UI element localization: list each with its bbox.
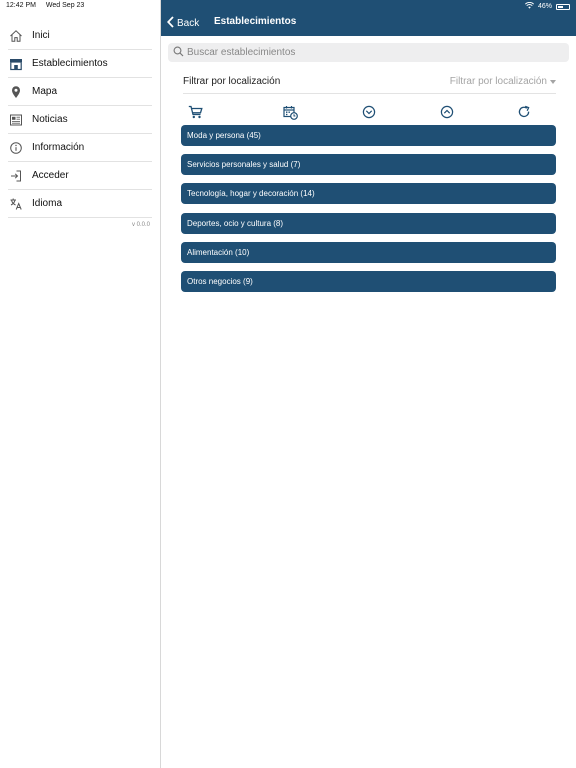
sidebar-item-label: Acceder — [32, 170, 69, 181]
category-label: Otros negocios (9) — [187, 276, 253, 286]
cart-icon[interactable] — [187, 104, 203, 120]
sidebar-item-idioma[interactable]: Idioma — [8, 190, 152, 218]
sidebar-item-informacion[interactable]: Información — [8, 134, 152, 162]
category-label: Tecnología, hogar y decoración (14) — [187, 189, 315, 199]
sidebar-item-label: Noticias — [32, 114, 68, 125]
page-title: Establecimientos — [214, 16, 297, 27]
sidebar-menu: Inici Establecimientos Mapa Noticias Inf… — [0, 22, 161, 218]
sidebar-item-establecimientos[interactable]: Establecimientos — [8, 50, 152, 78]
category-item[interactable]: Servicios personales y salud (7) — [181, 154, 556, 176]
newspaper-icon — [9, 113, 23, 127]
status-bar-left: 12:42 PM Wed Sep 23 — [6, 2, 92, 9]
info-icon — [9, 141, 23, 155]
store-icon — [9, 57, 23, 71]
battery-percent: 46% — [537, 3, 552, 10]
collapse-all-icon[interactable] — [439, 104, 455, 120]
sidebar-item-mapa[interactable]: Mapa — [8, 78, 152, 106]
chevron-left-icon — [166, 16, 177, 31]
category-item[interactable]: Tecnología, hogar y decoración (14) — [181, 183, 556, 205]
sidebar-item-acceder[interactable]: Acceder — [8, 162, 152, 190]
sidebar-item-inici[interactable]: Inici — [8, 22, 152, 50]
status-bar-right: 46% — [524, 2, 570, 11]
main-content: Back Establecimientos Filtrar por locali… — [161, 0, 576, 768]
location-filter-select[interactable]: Filtrar por localización — [450, 76, 556, 87]
search-bar — [168, 43, 569, 62]
sidebar: Inici Establecimientos Mapa Noticias Inf… — [0, 0, 161, 768]
category-toolbar — [181, 104, 558, 120]
login-icon — [9, 169, 23, 183]
category-list: Moda y persona (45) Servicios personales… — [181, 125, 556, 300]
expand-all-icon[interactable] — [361, 104, 377, 120]
sidebar-item-noticias[interactable]: Noticias — [8, 106, 152, 134]
category-item[interactable]: Deportes, ocio y cultura (8) — [181, 212, 556, 234]
filter-label: Filtrar por localización — [183, 76, 281, 87]
category-label: Deportes, ocio y cultura (8) — [187, 218, 284, 228]
category-item[interactable]: Alimentación (10) — [181, 241, 556, 263]
category-label: Servicios personales y salud (7) — [187, 160, 301, 170]
wifi-icon — [524, 2, 535, 11]
status-time: 12:42 PM — [6, 2, 36, 9]
category-item[interactable]: Moda y persona (45) — [181, 125, 556, 146]
sidebar-item-label: Información — [32, 142, 85, 153]
map-pin-icon — [9, 85, 23, 99]
category-label: Moda y persona (45) — [187, 131, 261, 140]
sidebar-item-label: Inici — [32, 30, 50, 41]
sidebar-item-label: Idioma — [32, 198, 63, 209]
back-button[interactable]: Back — [166, 16, 200, 31]
app-version: v 0.0.0 — [131, 222, 150, 228]
sidebar-item-label: Establecimientos — [32, 58, 108, 69]
translate-icon — [9, 197, 23, 211]
category-item[interactable]: Otros negocios (9) — [181, 270, 556, 292]
dropdown-caret-icon — [550, 79, 556, 84]
search-icon — [168, 44, 187, 62]
battery-icon — [556, 3, 570, 10]
status-date: Wed Sep 23 — [45, 2, 85, 9]
filter-select-value: Filtrar por localización — [449, 76, 547, 87]
home-icon — [9, 29, 23, 43]
back-label: Back — [177, 18, 200, 29]
search-input[interactable] — [187, 47, 547, 58]
category-label: Alimentación (10) — [187, 247, 250, 257]
sidebar-item-label: Mapa — [32, 86, 58, 97]
calendar-clock-icon[interactable] — [282, 104, 298, 120]
refresh-icon[interactable] — [516, 104, 532, 120]
location-filter-row: Filtrar por localización Filtrar por loc… — [183, 70, 556, 94]
navigation-bar: Back Establecimientos — [161, 0, 576, 36]
